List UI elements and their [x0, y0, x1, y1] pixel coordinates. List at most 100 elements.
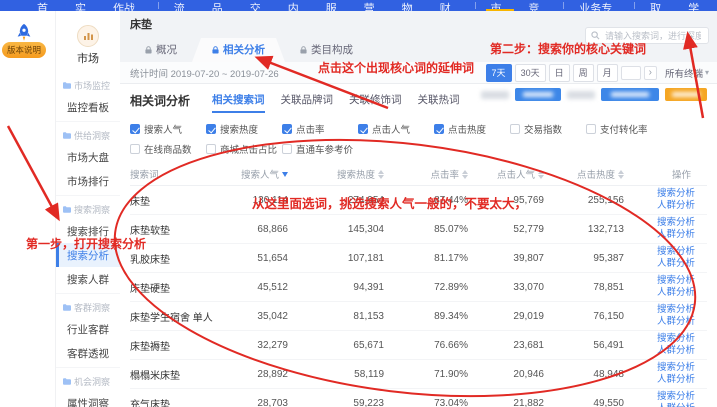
version-badge[interactable]: 版本说明 [2, 42, 46, 58]
date-range-box[interactable] [621, 66, 641, 80]
nav-item-3-0[interactable]: 业务专区 [570, 0, 628, 11]
action-link-0[interactable]: 搜索分析 [657, 247, 695, 258]
cell-search-word[interactable]: 床垫学生宿舍 单人 [130, 309, 240, 324]
nav-item-1-5[interactable]: 营销 [355, 0, 393, 11]
cell-search-word[interactable]: 床垫硬垫 [130, 280, 240, 295]
nav-item-0-0[interactable]: 首页 [28, 0, 66, 11]
metric-0-4[interactable]: 点击热度 [434, 122, 510, 136]
action-link-1[interactable]: 人群分析 [657, 317, 695, 328]
checkbox-icon[interactable] [282, 124, 292, 134]
action-link-0[interactable]: 搜索分析 [657, 363, 695, 374]
sidebar-item-1-1[interactable]: 市场排行 [56, 169, 120, 193]
sidebar-item-1-0[interactable]: 市场大盘 [56, 145, 120, 169]
sort-icon[interactable] [378, 170, 384, 179]
blurred-blue-button-2[interactable] [601, 88, 659, 101]
action-link-1[interactable]: 人群分析 [657, 375, 695, 386]
checkbox-icon[interactable] [358, 124, 368, 134]
nav-item-4-1[interactable]: 学院 [679, 0, 717, 11]
action-link-0[interactable]: 搜索分析 [657, 305, 695, 316]
metric-0-5[interactable]: 交易指数 [510, 122, 586, 136]
action-link-1[interactable]: 人群分析 [657, 288, 695, 299]
subtab-0[interactable]: 相关搜索词 [212, 92, 265, 113]
tab-0[interactable]: 概况 [130, 38, 192, 62]
nav-item-2-1[interactable]: 竞争 [519, 0, 557, 11]
blurred-orange-button[interactable] [665, 88, 707, 101]
checkbox-icon[interactable] [434, 124, 444, 134]
date-button-2[interactable]: 日 [549, 64, 570, 82]
column-header-2[interactable]: 搜索热度 [292, 167, 388, 181]
nav-item-2-0[interactable]: 市场 [481, 0, 519, 11]
checkbox-icon[interactable] [206, 144, 216, 154]
action-link-1[interactable]: 人群分析 [657, 404, 695, 407]
action-link-0[interactable]: 搜索分析 [657, 276, 695, 287]
sort-icon[interactable] [618, 170, 624, 179]
checkbox-icon[interactable] [586, 124, 596, 134]
date-button-1[interactable]: 30天 [515, 64, 546, 82]
tab-2[interactable]: 类目构成 [285, 38, 368, 62]
sidebar-item-0-0[interactable]: 监控看板 [56, 95, 120, 119]
sort-icon[interactable] [538, 170, 544, 179]
action-link-0[interactable]: 搜索分析 [657, 392, 695, 403]
checkbox-icon[interactable] [206, 124, 216, 134]
sidebar-item-4-0[interactable]: 属性洞察 [56, 391, 120, 407]
sort-icon[interactable] [462, 170, 468, 179]
checkbox-icon[interactable] [282, 144, 292, 154]
nav-item-1-2[interactable]: 交易 [241, 0, 279, 11]
sidebar-item-3-0[interactable]: 行业客群 [56, 317, 120, 341]
cell-search-word[interactable]: 床垫褥垫 [130, 338, 240, 353]
subtab-2[interactable]: 关联修饰词 [349, 92, 402, 113]
column-header-3[interactable]: 点击率 [388, 167, 472, 181]
cell-search-word[interactable]: 床垫软垫 [130, 222, 240, 237]
column-header-1[interactable]: 搜索人气 [240, 167, 292, 181]
nav-item-0-2[interactable]: 作战室 [104, 0, 152, 11]
subtab-1[interactable]: 关联品牌词 [281, 92, 334, 113]
checkbox-icon[interactable] [130, 144, 140, 154]
action-link-0[interactable]: 搜索分析 [657, 189, 695, 200]
nav-item-1-0[interactable]: 流量 [165, 0, 203, 11]
nav-item-4-0[interactable]: 取数 [641, 0, 679, 11]
action-link-1[interactable]: 人群分析 [657, 201, 695, 212]
tab-1[interactable]: 相关分析 [192, 38, 285, 62]
column-header-5[interactable]: 点击热度 [548, 167, 628, 181]
cell-search-word[interactable]: 榻榻米床垫 [130, 367, 240, 382]
metric-1-1[interactable]: 商城点击占比 [206, 142, 282, 156]
metric-0-1[interactable]: 搜索热度 [206, 122, 282, 136]
metric-0-6[interactable]: 支付转化率 [586, 122, 662, 136]
nav-item-0-1[interactable]: 实时 [66, 0, 104, 11]
metric-1-2[interactable]: 直通车参考价 [282, 142, 358, 156]
action-link-0[interactable]: 搜索分析 [657, 218, 695, 229]
action-link-0[interactable]: 搜索分析 [657, 334, 695, 345]
chevron-right-icon[interactable]: › [644, 66, 657, 80]
cell-search-word[interactable]: 乳胶床垫 [130, 251, 240, 266]
sidebar-item-2-0[interactable]: 搜索排行 [56, 219, 120, 243]
metric-0-3[interactable]: 点击人气 [358, 122, 434, 136]
sort-desc-icon[interactable] [282, 172, 288, 177]
action-link-1[interactable]: 人群分析 [657, 346, 695, 357]
metric-1-0[interactable]: 在线商品数 [130, 142, 206, 156]
metric-0-0[interactable]: 搜索人气 [130, 122, 206, 136]
checkbox-icon[interactable] [510, 124, 520, 134]
date-button-4[interactable]: 月 [597, 64, 618, 82]
subtab-3[interactable]: 关联热词 [418, 92, 460, 113]
action-link-1[interactable]: 人群分析 [657, 259, 695, 270]
cell-search-word[interactable]: 充气床垫 [130, 396, 240, 407]
cell-search-word[interactable]: 床垫 [130, 193, 240, 208]
nav-item-1-3[interactable]: 内容 [279, 0, 317, 11]
nav-item-1-7[interactable]: 财务 [431, 0, 469, 11]
metric-0-2[interactable]: 点击率 [282, 122, 358, 136]
sidebar-item-2-1[interactable]: 搜索分析 [56, 243, 120, 267]
checkbox-icon[interactable] [130, 124, 140, 134]
date-button-0[interactable]: 7天 [486, 64, 512, 82]
nav-item-1-4[interactable]: 服务 [317, 0, 355, 11]
column-header-4[interactable]: 点击人气 [472, 167, 548, 181]
nav-item-1-6[interactable]: 物流 [393, 0, 431, 11]
metric-label: 交易指数 [524, 122, 562, 136]
sidebar-item-3-1[interactable]: 客群透视 [56, 341, 120, 365]
date-button-3[interactable]: 周 [573, 64, 594, 82]
sidebar-item-2-2[interactable]: 搜索人群 [56, 267, 120, 291]
action-link-1[interactable]: 人群分析 [657, 230, 695, 241]
nav-item-1-1[interactable]: 品类 [203, 0, 241, 11]
terminal-filter[interactable]: 所有终端 ▾ [665, 66, 709, 80]
blurred-blue-button-1[interactable] [515, 88, 561, 101]
search-input[interactable] [603, 30, 703, 42]
